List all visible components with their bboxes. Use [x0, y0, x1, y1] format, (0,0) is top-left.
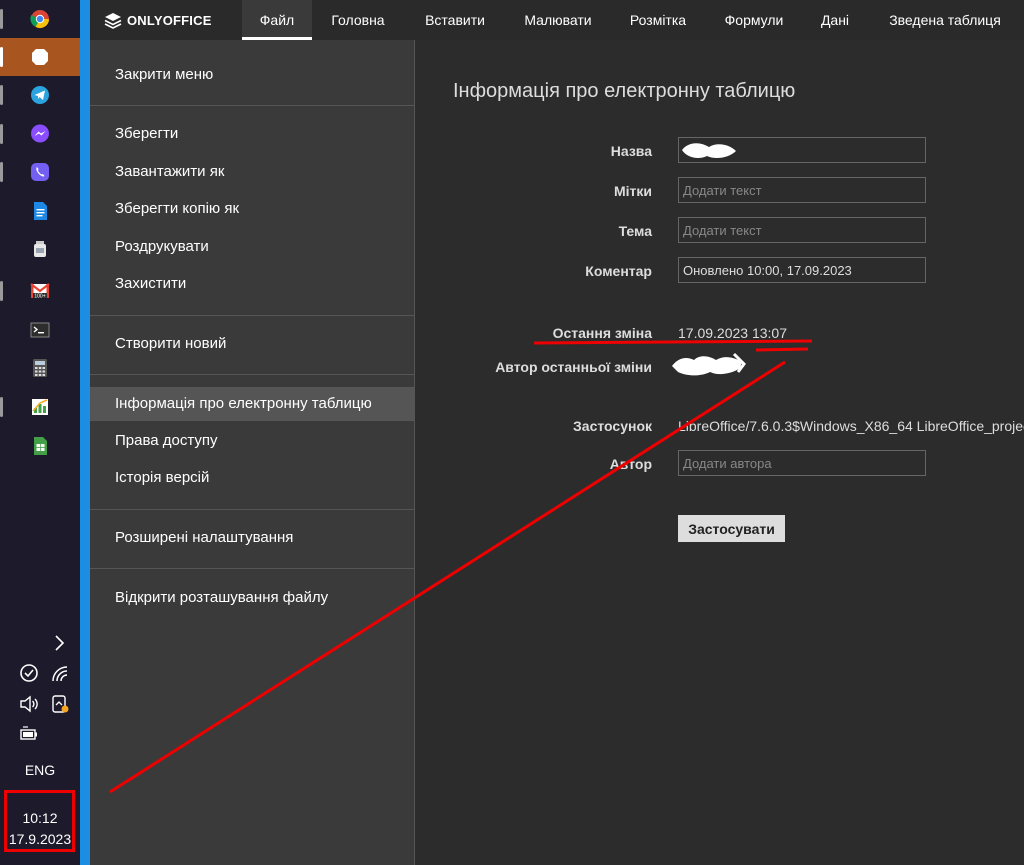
messenger-icon	[31, 124, 49, 143]
info-panel: Інформація про електронну таблицю Назва …	[415, 40, 1024, 865]
running-indicator	[0, 281, 3, 301]
taskbar-calculator[interactable]	[0, 349, 80, 387]
svg-text:100+: 100+	[34, 294, 45, 300]
menu-divider	[90, 568, 414, 569]
redacted-author-scribble	[672, 352, 746, 376]
menu-version-history[interactable]: Історія версій	[90, 461, 414, 495]
label-last-modified-by: Автор останньої зміни	[495, 359, 652, 375]
tab-file[interactable]: Файл	[242, 0, 312, 40]
taskbar-jar[interactable]	[0, 230, 80, 268]
menu-access-rights[interactable]: Права доступу	[90, 424, 414, 458]
onlyoffice-logo-icon	[104, 12, 122, 29]
tab-pivot-table[interactable]: Зведена таблиця	[876, 0, 1014, 40]
document-icon	[34, 202, 47, 220]
taskbar-onlyoffice[interactable]	[0, 38, 80, 76]
menu-spreadsheet-info[interactable]: Інформація про електронну таблицю	[90, 387, 414, 421]
app-logo: ONLYOFFICE	[104, 11, 212, 29]
tab-data[interactable]: Дані	[812, 0, 858, 40]
tab-draw[interactable]: Малювати	[513, 0, 603, 40]
menu-divider	[90, 105, 414, 106]
phone-link-icon[interactable]	[50, 694, 70, 714]
application-value: LibreOffice/7.6.0.3$Windows_X86_64 Libre…	[678, 418, 1024, 434]
file-menu-sidebar: Закрити меню Зберегти Завантажити як Збе…	[90, 40, 415, 865]
menu-open-file-location[interactable]: Відкрити розташування файлу	[90, 581, 414, 615]
last-modified-value: 17.09.2023 13:07	[678, 325, 787, 341]
running-indicator	[0, 162, 3, 182]
taskbar-viber[interactable]	[0, 153, 80, 191]
gmail-icon: 100+	[30, 283, 50, 300]
name-field[interactable]	[678, 137, 926, 163]
menu-download-as[interactable]: Завантажити як	[90, 155, 414, 189]
onlyoffice-icon	[32, 49, 48, 65]
menu-save[interactable]: Зберегти	[90, 117, 414, 151]
language-indicator[interactable]: ENG	[0, 762, 80, 778]
app-name: ONLYOFFICE	[127, 12, 212, 28]
taskbar-chrome[interactable]	[0, 0, 80, 38]
menu-print[interactable]: Роздрукувати	[90, 230, 414, 264]
jar-icon	[34, 241, 46, 257]
label-subject: Тема	[618, 223, 652, 239]
menu-advanced-settings[interactable]: Розширені налаштування	[90, 521, 414, 555]
desktop-strip	[80, 0, 90, 865]
chrome-icon	[30, 10, 49, 29]
check-circle-icon[interactable]	[19, 663, 39, 683]
taskbar-spreadsheet[interactable]	[0, 427, 80, 465]
subject-field[interactable]	[678, 217, 926, 243]
wifi-icon[interactable]	[50, 664, 70, 684]
tab-home[interactable]: Головна	[323, 0, 393, 40]
label-author: Автор	[609, 456, 652, 472]
running-indicator	[0, 124, 3, 144]
menu-close[interactable]: Закрити меню	[90, 58, 414, 92]
taskbar-terminal[interactable]	[0, 311, 80, 349]
tags-field[interactable]	[678, 177, 926, 203]
menu-create-new[interactable]: Створити новий	[90, 327, 414, 361]
tab-layout[interactable]: Розмітка	[620, 0, 696, 40]
chart-file-icon	[32, 399, 48, 415]
onlyoffice-window: ONLYOFFICE Файл Головна Вставити Малюват…	[90, 0, 1024, 865]
taskbar-messenger[interactable]	[0, 115, 80, 153]
taskbar-gmail[interactable]: 100+	[0, 272, 80, 310]
terminal-icon	[30, 322, 50, 338]
label-comment: Коментар	[585, 263, 652, 279]
running-indicator	[0, 397, 3, 417]
taskbar-chart-file[interactable]	[0, 388, 80, 426]
chevron-right-icon[interactable]	[49, 633, 69, 653]
menu-save-copy[interactable]: Зберегти копію як	[90, 192, 414, 226]
tab-formulas[interactable]: Формули	[716, 0, 792, 40]
menu-divider	[90, 374, 414, 375]
clock-time[interactable]: 10:12	[0, 810, 80, 826]
clock-date[interactable]: 17.9.2023	[0, 831, 80, 847]
author-field[interactable]	[678, 450, 926, 476]
speaker-icon[interactable]	[19, 694, 39, 714]
tab-insert[interactable]: Вставити	[415, 0, 495, 40]
menu-protect[interactable]: Захистити	[90, 267, 414, 301]
viber-icon	[31, 163, 49, 181]
running-indicator	[0, 9, 3, 29]
running-indicator	[0, 85, 3, 105]
comment-field[interactable]	[678, 257, 926, 283]
menu-divider	[90, 315, 414, 316]
top-toolbar: ONLYOFFICE Файл Головна Вставити Малюват…	[90, 0, 1024, 40]
info-title: Інформація про електронну таблицю	[453, 80, 796, 102]
taskbar-document[interactable]	[0, 192, 80, 230]
label-name: Назва	[610, 143, 652, 159]
label-last-modified: Остання зміна	[552, 325, 652, 341]
taskbar-telegram[interactable]	[0, 76, 80, 114]
apply-button[interactable]: Застосувати	[678, 515, 785, 542]
taskbar: 100+ ENG 10:12 17.9.2023	[0, 0, 80, 865]
running-indicator	[0, 47, 3, 67]
redacted-name-scribble	[682, 143, 736, 159]
calculator-icon	[33, 359, 47, 377]
battery-icon[interactable]	[19, 724, 39, 744]
spreadsheet-icon	[34, 437, 47, 455]
label-tags: Мітки	[613, 183, 652, 199]
label-application: Застосунок	[573, 418, 652, 434]
telegram-icon	[31, 86, 49, 104]
menu-divider	[90, 509, 414, 510]
